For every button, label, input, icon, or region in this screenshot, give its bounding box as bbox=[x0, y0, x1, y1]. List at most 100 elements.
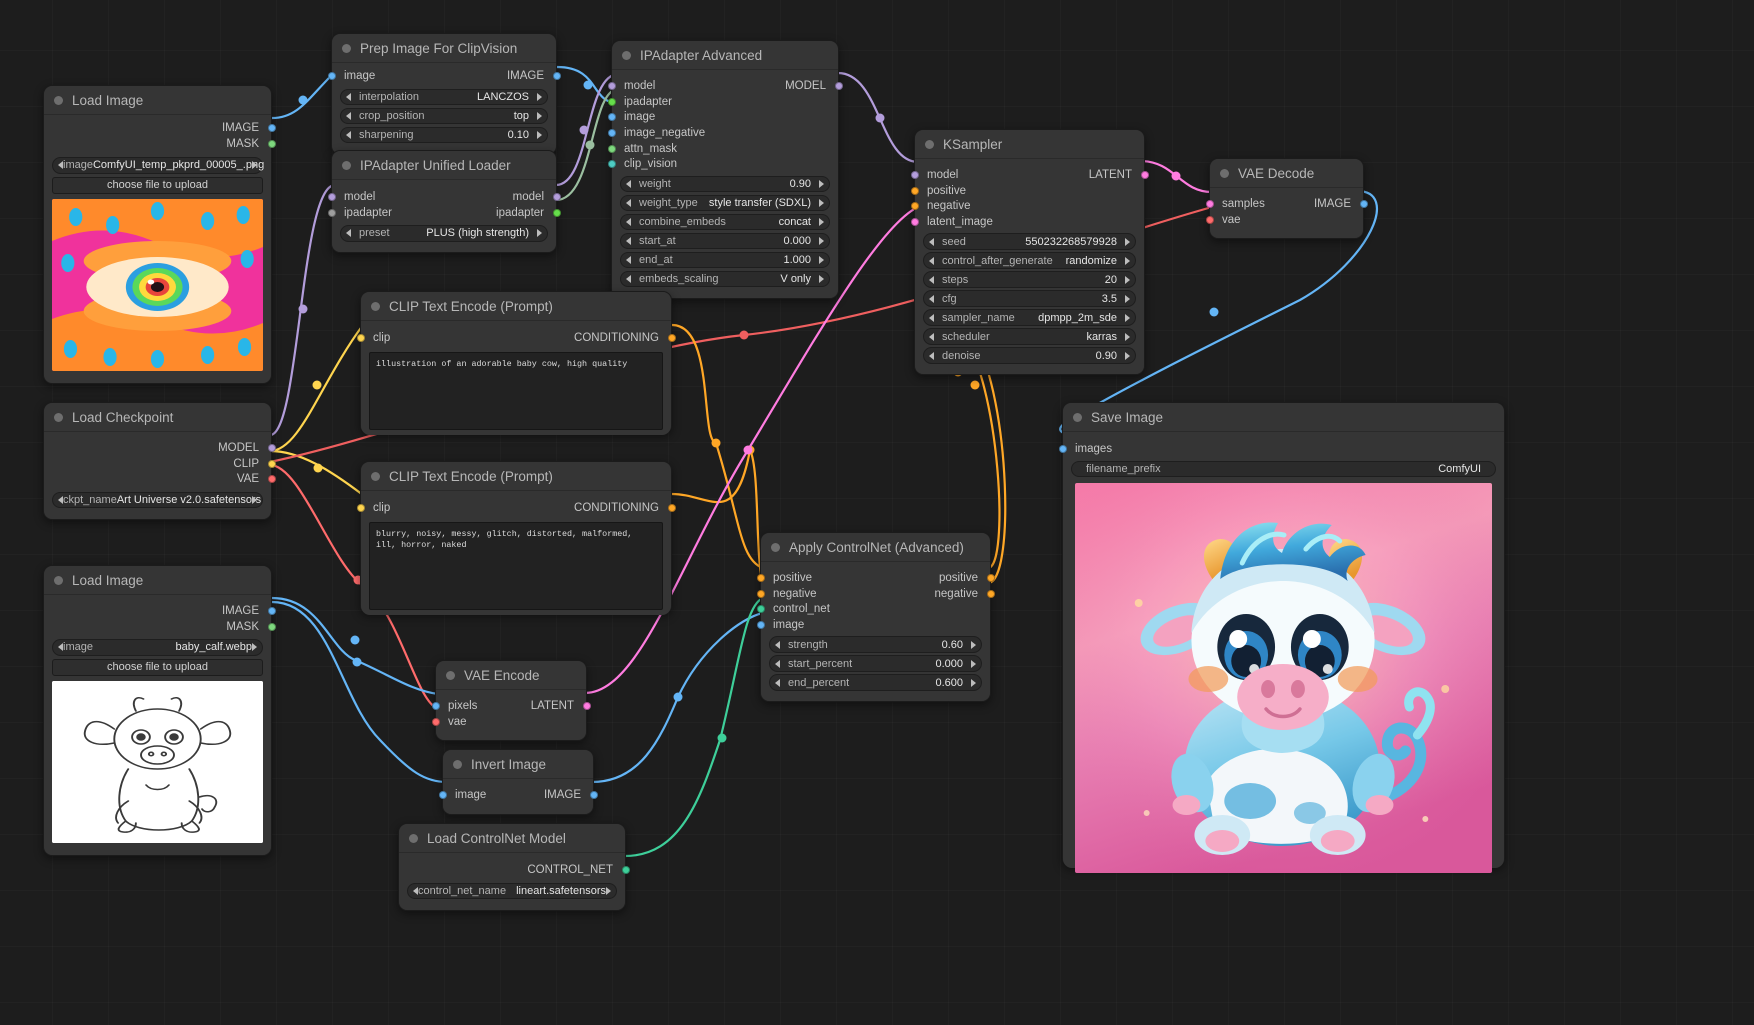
widget-combine-embeds[interactable]: combine_embeds concat bbox=[620, 213, 830, 231]
slot-dot-mask[interactable] bbox=[267, 622, 276, 631]
widget-ckpt-name[interactable]: ckpt_name Art Universe v2.0.safetensors bbox=[52, 491, 263, 509]
output-slot-mask[interactable]: MASK bbox=[44, 620, 276, 635]
slot-dot-latent-out[interactable] bbox=[1140, 171, 1149, 180]
io-row-image[interactable]: image IMAGE bbox=[438, 788, 598, 803]
slot-dot-ipadapter-in[interactable] bbox=[327, 208, 336, 217]
node-title-bar[interactable]: IPAdapter Advanced bbox=[612, 41, 838, 70]
io-row-image-negative[interactable]: image_negative bbox=[607, 126, 838, 141]
widget-seed[interactable]: seed 550232268579928 bbox=[923, 233, 1136, 250]
widget-end-at[interactable]: end_at 1.000 bbox=[620, 251, 830, 269]
slot-dot-clip[interactable] bbox=[267, 459, 276, 468]
widget-cfg[interactable]: cfg 3.5 bbox=[923, 290, 1136, 307]
node-title-bar[interactable]: Load Image bbox=[44, 566, 271, 595]
widget-start-percent[interactable]: start_percent 0.000 bbox=[769, 655, 982, 672]
slot-dot-clip[interactable] bbox=[356, 504, 365, 513]
collapse-dot-icon[interactable] bbox=[622, 50, 631, 60]
node-title-bar[interactable]: CLIP Text Encode (Prompt) bbox=[361, 462, 671, 491]
next-arrow-icon[interactable] bbox=[1125, 256, 1130, 265]
collapse-dot-icon[interactable] bbox=[1073, 412, 1082, 422]
slot-dot-clip-vision[interactable] bbox=[607, 160, 616, 169]
collapse-dot-icon[interactable] bbox=[446, 670, 455, 680]
prev-arrow-icon[interactable] bbox=[775, 640, 780, 649]
slot-dot-positive-out[interactable] bbox=[986, 574, 995, 583]
prev-arrow-icon[interactable] bbox=[346, 130, 351, 139]
next-arrow-icon[interactable] bbox=[537, 130, 542, 139]
widget-image-filename[interactable]: image ComfyUI_temp_pkprd_00005_.png bbox=[52, 157, 264, 174]
slot-dot-latent-image[interactable] bbox=[910, 218, 919, 227]
io-row-samples[interactable]: samples IMAGE bbox=[1205, 197, 1368, 212]
slot-dot-ipadapter[interactable] bbox=[607, 97, 616, 106]
slot-dot-model-out[interactable] bbox=[834, 82, 843, 91]
widget-weight[interactable]: weight 0.90 bbox=[620, 175, 830, 193]
io-row-negative[interactable]: negative negative bbox=[756, 587, 995, 602]
next-arrow-icon[interactable] bbox=[971, 659, 976, 668]
output-slot-model[interactable]: MODEL bbox=[44, 441, 276, 456]
prev-arrow-icon[interactable] bbox=[626, 198, 631, 207]
collapse-dot-icon[interactable] bbox=[409, 833, 418, 843]
slot-dot-pixels[interactable] bbox=[431, 702, 440, 711]
next-arrow-icon[interactable] bbox=[819, 198, 824, 207]
io-row-attn-mask[interactable]: attn_mask bbox=[607, 141, 838, 156]
widget-sharpening[interactable]: sharpening 0.10 bbox=[340, 126, 548, 144]
slot-dot-ipadapter-out[interactable] bbox=[552, 208, 561, 217]
slot-dot-control-net[interactable] bbox=[621, 866, 630, 875]
node-prep-image-for-clipvision[interactable]: Prep Image For ClipVision image IMAGE in… bbox=[327, 33, 561, 155]
widget-interpolation[interactable]: interpolation LANCZOS bbox=[340, 88, 548, 106]
prev-arrow-icon[interactable] bbox=[58, 643, 63, 652]
slot-dot-model-in[interactable] bbox=[910, 171, 919, 180]
next-arrow-icon[interactable] bbox=[537, 111, 542, 120]
next-arrow-icon[interactable] bbox=[819, 236, 824, 245]
slot-dot-conditioning[interactable] bbox=[667, 334, 676, 343]
io-row-ipadapter[interactable]: ipadapter ipadapter bbox=[327, 206, 561, 221]
output-slot-image[interactable]: IMAGE bbox=[44, 121, 276, 136]
next-arrow-icon[interactable] bbox=[1125, 332, 1130, 341]
collapse-dot-icon[interactable] bbox=[925, 139, 934, 149]
slot-dot-latent[interactable] bbox=[582, 702, 591, 711]
prev-arrow-icon[interactable] bbox=[929, 351, 934, 360]
collapse-dot-icon[interactable] bbox=[54, 575, 63, 585]
slot-dot-image[interactable] bbox=[607, 113, 616, 122]
widget-end-percent[interactable]: end_percent 0.600 bbox=[769, 674, 982, 691]
next-arrow-icon[interactable] bbox=[819, 179, 824, 188]
io-row-positive[interactable]: positive bbox=[910, 184, 1144, 199]
node-title-bar[interactable]: Save Image bbox=[1063, 403, 1504, 432]
next-arrow-icon[interactable] bbox=[252, 496, 257, 505]
slot-dot-samples[interactable] bbox=[1205, 200, 1214, 209]
prev-arrow-icon[interactable] bbox=[929, 313, 934, 322]
prev-arrow-icon[interactable] bbox=[413, 886, 418, 895]
prompt-textarea-positive[interactable]: illustration of an adorable baby cow, hi… bbox=[369, 351, 663, 430]
slot-dot-conditioning[interactable] bbox=[667, 504, 676, 513]
io-row-positive[interactable]: positive positive bbox=[756, 571, 995, 586]
node-title-bar[interactable]: Load ControlNet Model bbox=[399, 824, 625, 853]
node-clip-text-encode-negative[interactable]: CLIP Text Encode (Prompt) clip CONDITION… bbox=[356, 461, 676, 615]
next-arrow-icon[interactable] bbox=[1125, 237, 1130, 246]
slot-dot-attn-mask[interactable] bbox=[607, 144, 616, 153]
node-vae-encode[interactable]: VAE Encode pixels LATENT vae bbox=[431, 660, 591, 742]
slot-dot-negative[interactable] bbox=[910, 202, 919, 211]
io-row-vae[interactable]: vae bbox=[431, 715, 586, 730]
slot-dot-mask[interactable] bbox=[267, 139, 276, 148]
prev-arrow-icon[interactable] bbox=[626, 255, 631, 264]
node-title-bar[interactable]: Load Checkpoint bbox=[44, 403, 271, 432]
collapse-dot-icon[interactable] bbox=[342, 160, 351, 170]
widget-sampler-name[interactable]: sampler_name dpmpp_2m_sde bbox=[923, 309, 1136, 326]
io-row-clip-vision[interactable]: clip_vision bbox=[607, 157, 838, 172]
slot-dot-vae[interactable] bbox=[267, 475, 276, 484]
slot-dot-model-in[interactable] bbox=[327, 193, 336, 202]
slot-dot-model-out[interactable] bbox=[552, 193, 561, 202]
slot-dot-image[interactable] bbox=[267, 124, 276, 133]
prev-arrow-icon[interactable] bbox=[58, 496, 63, 505]
next-arrow-icon[interactable] bbox=[537, 92, 542, 101]
collapse-dot-icon[interactable] bbox=[453, 759, 462, 769]
node-title-bar[interactable]: Load Image bbox=[44, 86, 271, 115]
prev-arrow-icon[interactable] bbox=[929, 256, 934, 265]
node-clip-text-encode-positive[interactable]: CLIP Text Encode (Prompt) clip CONDITION… bbox=[356, 291, 676, 435]
prompt-textarea-negative[interactable]: blurry, noisy, messy, glitch, distorted,… bbox=[369, 521, 663, 610]
widget-preset[interactable]: preset PLUS (high strength) bbox=[340, 225, 548, 242]
node-load-checkpoint[interactable]: Load Checkpoint MODEL CLIP VAE ckpt_name… bbox=[43, 402, 276, 520]
prev-arrow-icon[interactable] bbox=[346, 229, 351, 238]
widget-weight-type[interactable]: weight_type style transfer (SDXL) bbox=[620, 194, 830, 212]
io-row-ipadapter[interactable]: ipadapter bbox=[607, 95, 838, 110]
slot-dot-image-out[interactable] bbox=[1359, 200, 1368, 209]
slot-dot-image-negative[interactable] bbox=[607, 129, 616, 138]
